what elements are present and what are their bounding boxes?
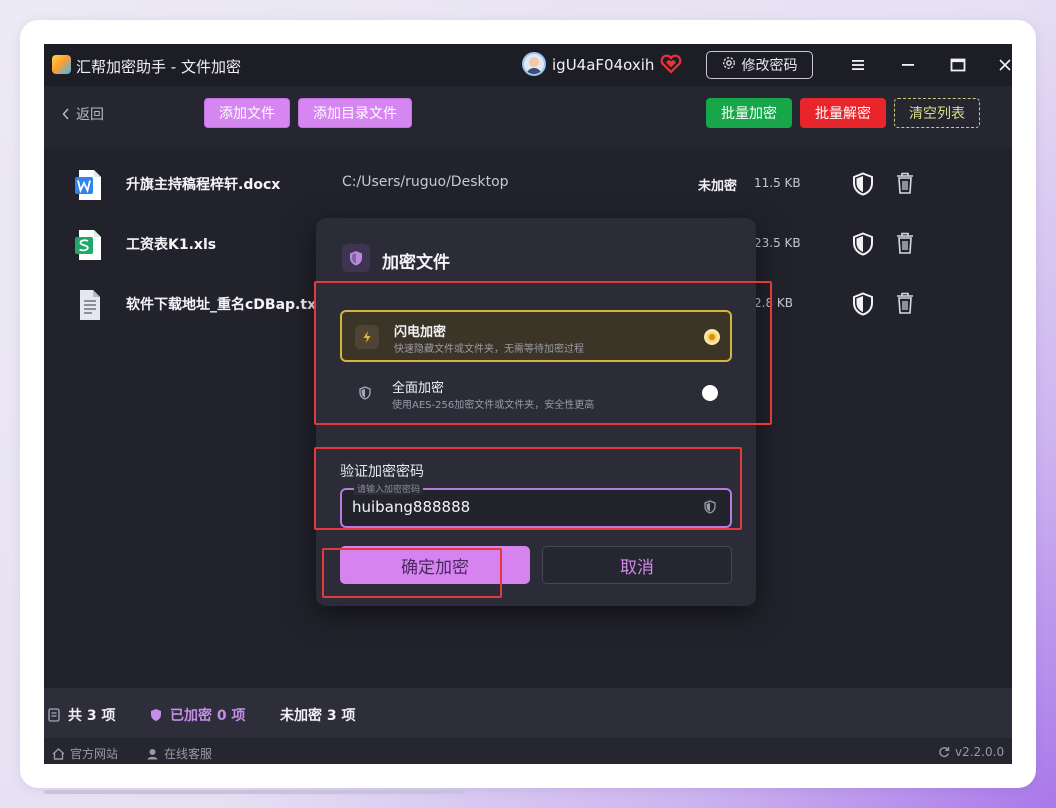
version-info[interactable]: v2.2.0.0 — [938, 745, 1004, 759]
add-directory-button[interactable]: 添加目录文件 — [298, 98, 412, 128]
file-size: 11.5 KB — [754, 176, 801, 190]
official-website-link[interactable]: 官方网站 — [52, 745, 118, 762]
cancel-button[interactable]: 取消 — [542, 546, 732, 584]
file-name: 工资表K1.xls — [126, 237, 217, 253]
unencrypted-count: 未加密 3 项 — [280, 708, 356, 724]
support-agent-icon — [147, 749, 158, 760]
text-file-icon — [74, 289, 104, 325]
file-size: 2.8 KB — [754, 296, 793, 310]
clear-list-button[interactable]: 清空列表 — [894, 98, 980, 128]
option-title: 全面加密 — [392, 381, 445, 396]
option-description: 使用AES-256加密文件或文件夹，安全性更高 — [392, 400, 595, 411]
password-field[interactable]: 请输入加密密码 — [340, 482, 732, 528]
file-path: C:/Users/ruguo/Desktop — [342, 174, 509, 190]
dialog-title: 加密文件 — [382, 253, 450, 273]
word-doc-icon — [74, 169, 104, 205]
menu-button[interactable] — [843, 52, 873, 78]
avatar[interactable] — [522, 52, 546, 76]
lightning-icon — [355, 325, 379, 349]
back-link[interactable]: 返回 — [62, 104, 104, 124]
batch-encrypt-button[interactable]: 批量加密 — [706, 98, 792, 128]
total-count: 共 3 项 — [48, 705, 116, 725]
shield-icon — [342, 244, 370, 272]
close-button[interactable] — [990, 52, 1012, 78]
password-label: 验证加密密码 — [340, 464, 424, 480]
option-lightning-encrypt[interactable]: 闪电加密 快速隐藏文件或文件夹，无需等待加密过程 — [340, 310, 732, 362]
total-count-label: 共 3 项 — [68, 708, 116, 724]
file-size: 23.5 KB — [754, 236, 801, 250]
online-support-label: 在线客服 — [164, 747, 213, 761]
shield-icon[interactable] — [704, 499, 716, 518]
shield-icon — [353, 381, 377, 405]
option-title: 闪电加密 — [394, 325, 447, 340]
file-name: 软件下载地址_重名cDBap.txt — [126, 297, 323, 313]
change-password-button[interactable]: 修改密码 — [706, 51, 813, 79]
spreadsheet-icon — [74, 229, 104, 265]
menu-icon — [852, 60, 864, 70]
encrypted-count: 已加密 0 项 — [150, 705, 246, 725]
confirm-encrypt-button[interactable]: 确定加密 — [340, 546, 530, 584]
file-name: 升旗主持稿程梓轩.docx — [126, 177, 281, 193]
delete-trash-icon[interactable] — [895, 231, 915, 259]
file-status: 未加密 — [698, 179, 738, 194]
window-title: 汇帮加密助手 - 文件加密 — [76, 58, 241, 76]
password-placeholder: 请输入加密密码 — [354, 482, 424, 495]
app-logo-icon — [52, 55, 71, 74]
close-icon — [999, 59, 1011, 71]
delete-trash-icon[interactable] — [895, 291, 915, 319]
option-description: 快速隐藏文件或文件夹，无需等待加密过程 — [394, 344, 584, 355]
version-label: v2.2.0.0 — [955, 745, 1005, 759]
app-window: 汇帮加密助手 - 文件加密 igU4aF04oxih 修改密码 返回 添加文件 … — [44, 44, 1012, 764]
scroll-indicator — [44, 790, 464, 794]
maximize-icon — [950, 58, 966, 72]
option-radio-selected[interactable] — [704, 329, 720, 345]
batch-decrypt-button[interactable]: 批量解密 — [800, 98, 886, 128]
gear-icon — [722, 56, 736, 74]
footer: 官方网站 在线客服 v2.2.0.0 — [44, 738, 1012, 764]
minimize-button[interactable] — [893, 52, 923, 78]
username: igU4aF04oxih — [552, 56, 655, 74]
password-input[interactable] — [352, 498, 682, 516]
encrypt-shield-icon[interactable] — [852, 232, 874, 260]
online-support-link[interactable]: 在线客服 — [146, 745, 212, 762]
maximize-button[interactable] — [943, 52, 973, 78]
list-icon — [48, 708, 60, 722]
vip-heart-icon — [660, 54, 682, 78]
delete-trash-icon[interactable] — [895, 171, 915, 199]
refresh-icon — [939, 747, 950, 758]
file-row[interactable]: 升旗主持稿程梓轩.docx C:/Users/ruguo/Desktop 未加密… — [44, 154, 1012, 214]
home-icon — [52, 747, 65, 760]
shield-icon — [151, 709, 161, 721]
status-bar: 共 3 项 已加密 0 项 未加密 3 项 — [44, 688, 1012, 738]
title-bar: 汇帮加密助手 - 文件加密 igU4aF04oxih 修改密码 — [44, 44, 1012, 86]
encrypt-shield-icon[interactable] — [852, 292, 874, 320]
back-label: 返回 — [76, 107, 104, 123]
change-password-label: 修改密码 — [741, 58, 798, 74]
minimize-icon — [902, 64, 914, 66]
official-website-label: 官方网站 — [70, 747, 119, 761]
encrypt-dialog: 加密文件 闪电加密 快速隐藏文件或文件夹，无需等待加密过程 全面加密 使用AES… — [316, 218, 756, 606]
chevron-left-icon — [62, 108, 69, 120]
encrypted-count-label: 已加密 0 项 — [170, 708, 246, 724]
option-radio[interactable] — [702, 385, 718, 401]
option-full-encrypt[interactable]: 全面加密 使用AES-256加密文件或文件夹，安全性更高 — [340, 368, 732, 420]
encrypt-shield-icon[interactable] — [852, 172, 874, 200]
add-file-button[interactable]: 添加文件 — [204, 98, 290, 128]
